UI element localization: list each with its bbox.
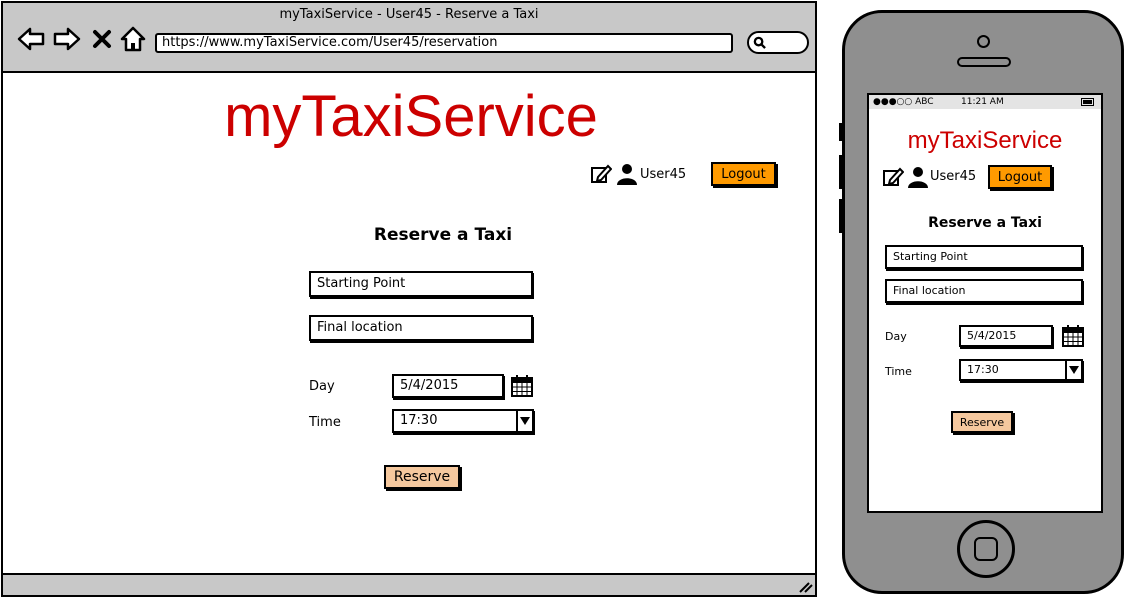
- edit-icon[interactable]: [590, 163, 612, 185]
- phone-day-label: Day: [885, 330, 907, 343]
- time-label: Time: [309, 415, 341, 430]
- phone-form-title: Reserve a Taxi: [928, 215, 1042, 231]
- edit-icon[interactable]: [882, 166, 904, 188]
- phone-status-bar: ●●●○○ ABC 11:21 AM: [869, 95, 1101, 109]
- browser-chrome: myTaxiService - User45 - Reserve a Taxi …: [3, 3, 815, 73]
- time-select-value: 17:30: [400, 413, 438, 428]
- user-icon: [617, 164, 637, 185]
- app-logo: myTaxiService: [224, 84, 598, 149]
- final-location-input[interactable]: Final location: [309, 315, 533, 341]
- window-title: myTaxiService - User45 - Reserve a Taxi: [279, 7, 539, 22]
- logout-button[interactable]: Logout: [711, 162, 776, 186]
- phone-screen: ●●●○○ ABC 11:21 AM myTaxiService User45 …: [867, 93, 1103, 513]
- phone-logout-button[interactable]: Logout: [988, 165, 1052, 189]
- calendar-icon[interactable]: [1061, 324, 1085, 348]
- url-bar[interactable]: https://www.myTaxiService.com/User45/res…: [155, 33, 733, 53]
- phone-clock: 11:21 AM: [961, 97, 1004, 107]
- resize-grip-icon[interactable]: [797, 579, 813, 593]
- back-arrow-icon[interactable]: [17, 25, 45, 53]
- earpiece-speaker: [957, 57, 1011, 67]
- front-camera: [977, 35, 990, 48]
- phone-starting-point-input[interactable]: Starting Point: [885, 245, 1083, 269]
- time-select[interactable]: 17:30: [392, 409, 534, 433]
- form-title: Reserve a Taxi: [373, 225, 513, 245]
- phone-time-select-value: 17:30: [967, 363, 999, 376]
- browser-search-box[interactable]: [747, 31, 809, 54]
- phone-device: ●●●○○ ABC 11:21 AM myTaxiService User45 …: [839, 10, 1124, 594]
- phone-app-logo: myTaxiService: [907, 127, 1063, 154]
- starting-point-input[interactable]: Starting Point: [309, 271, 533, 297]
- phone-time-select[interactable]: 17:30: [959, 359, 1083, 381]
- phone-time-label: Time: [885, 365, 912, 378]
- home-button-square: [974, 537, 998, 561]
- mute-switch: [839, 123, 843, 141]
- phone-home-button: [957, 520, 1015, 578]
- phone-username: User45: [930, 169, 977, 184]
- browser-window: myTaxiService - User45 - Reserve a Taxi …: [1, 1, 817, 597]
- battery-icon: [1081, 98, 1094, 106]
- search-icon: [753, 36, 766, 49]
- phone-day-input[interactable]: 5/4/2015: [959, 325, 1053, 347]
- volume-down-button: [839, 199, 843, 233]
- reserve-button[interactable]: Reserve: [384, 465, 460, 489]
- phone-final-location-input[interactable]: Final location: [885, 279, 1083, 303]
- chevron-down-icon[interactable]: [516, 411, 532, 431]
- volume-up-button: [839, 155, 843, 189]
- phone-reserve-button[interactable]: Reserve: [951, 411, 1013, 433]
- forward-arrow-icon[interactable]: [53, 25, 81, 53]
- day-input[interactable]: 5/4/2015: [392, 374, 504, 398]
- browser-status-bar: [3, 573, 815, 595]
- home-icon[interactable]: [119, 25, 147, 53]
- username: User45: [640, 167, 687, 182]
- carrier-signal: ●●●○○ ABC: [873, 97, 934, 107]
- calendar-icon[interactable]: [510, 374, 534, 398]
- day-label: Day: [309, 379, 335, 394]
- user-icon: [908, 167, 928, 188]
- chevron-down-icon[interactable]: [1065, 361, 1081, 379]
- close-x-icon[interactable]: [91, 25, 113, 53]
